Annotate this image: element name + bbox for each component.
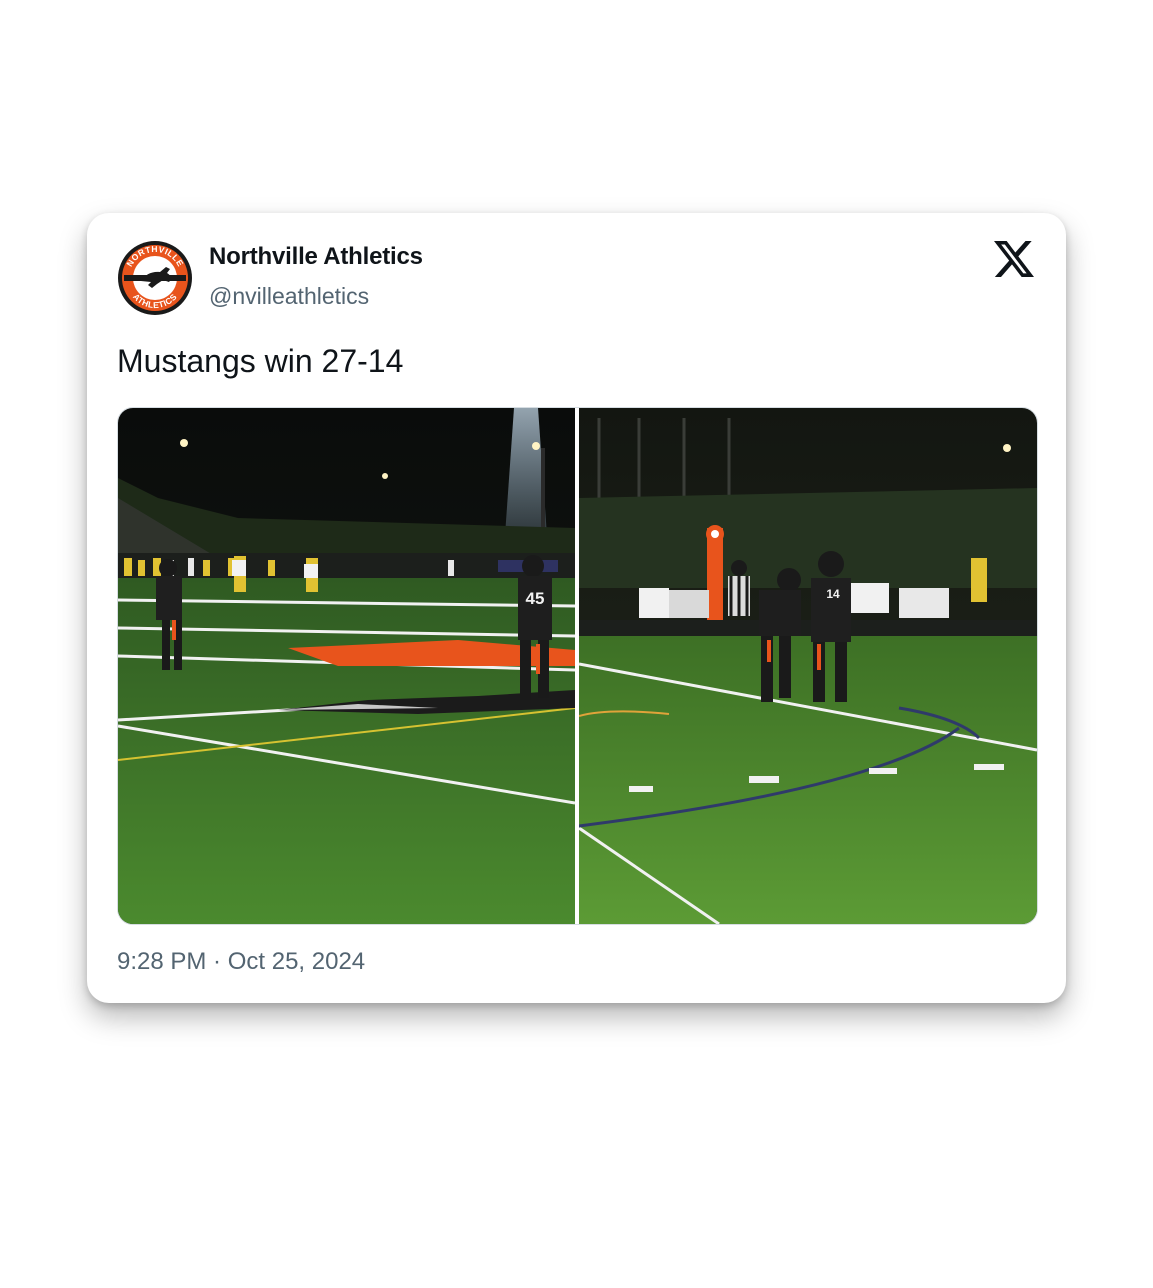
avatar-logo-icon[interactable]: NORTHVILLE ATHLETICS	[117, 240, 193, 316]
timestamp-separator: ·	[206, 948, 228, 975]
timestamp-time: 9:28 PM	[117, 948, 207, 975]
tweet-text: Mustangs win 27-14	[117, 343, 404, 379]
tweet-card[interactable]: NORTHVILLE ATHLETICS Northville Athletic…	[87, 213, 1066, 1003]
x-logo-icon[interactable]	[994, 239, 1034, 279]
timestamp[interactable]: 9:28 PM · Oct 25, 2024	[117, 948, 365, 976]
author-handle[interactable]: @nvilleathletics	[209, 283, 369, 310]
author-display-name[interactable]: Northville Athletics	[209, 243, 423, 271]
media-grid: 45 14	[117, 407, 1038, 925]
jersey-number-left: 45	[526, 589, 545, 608]
photo-right[interactable]: 14	[579, 408, 1037, 924]
photo-left[interactable]: 45	[118, 408, 575, 924]
timestamp-date: Oct 25, 2024	[227, 948, 366, 975]
jersey-number-right: 14	[826, 587, 840, 601]
